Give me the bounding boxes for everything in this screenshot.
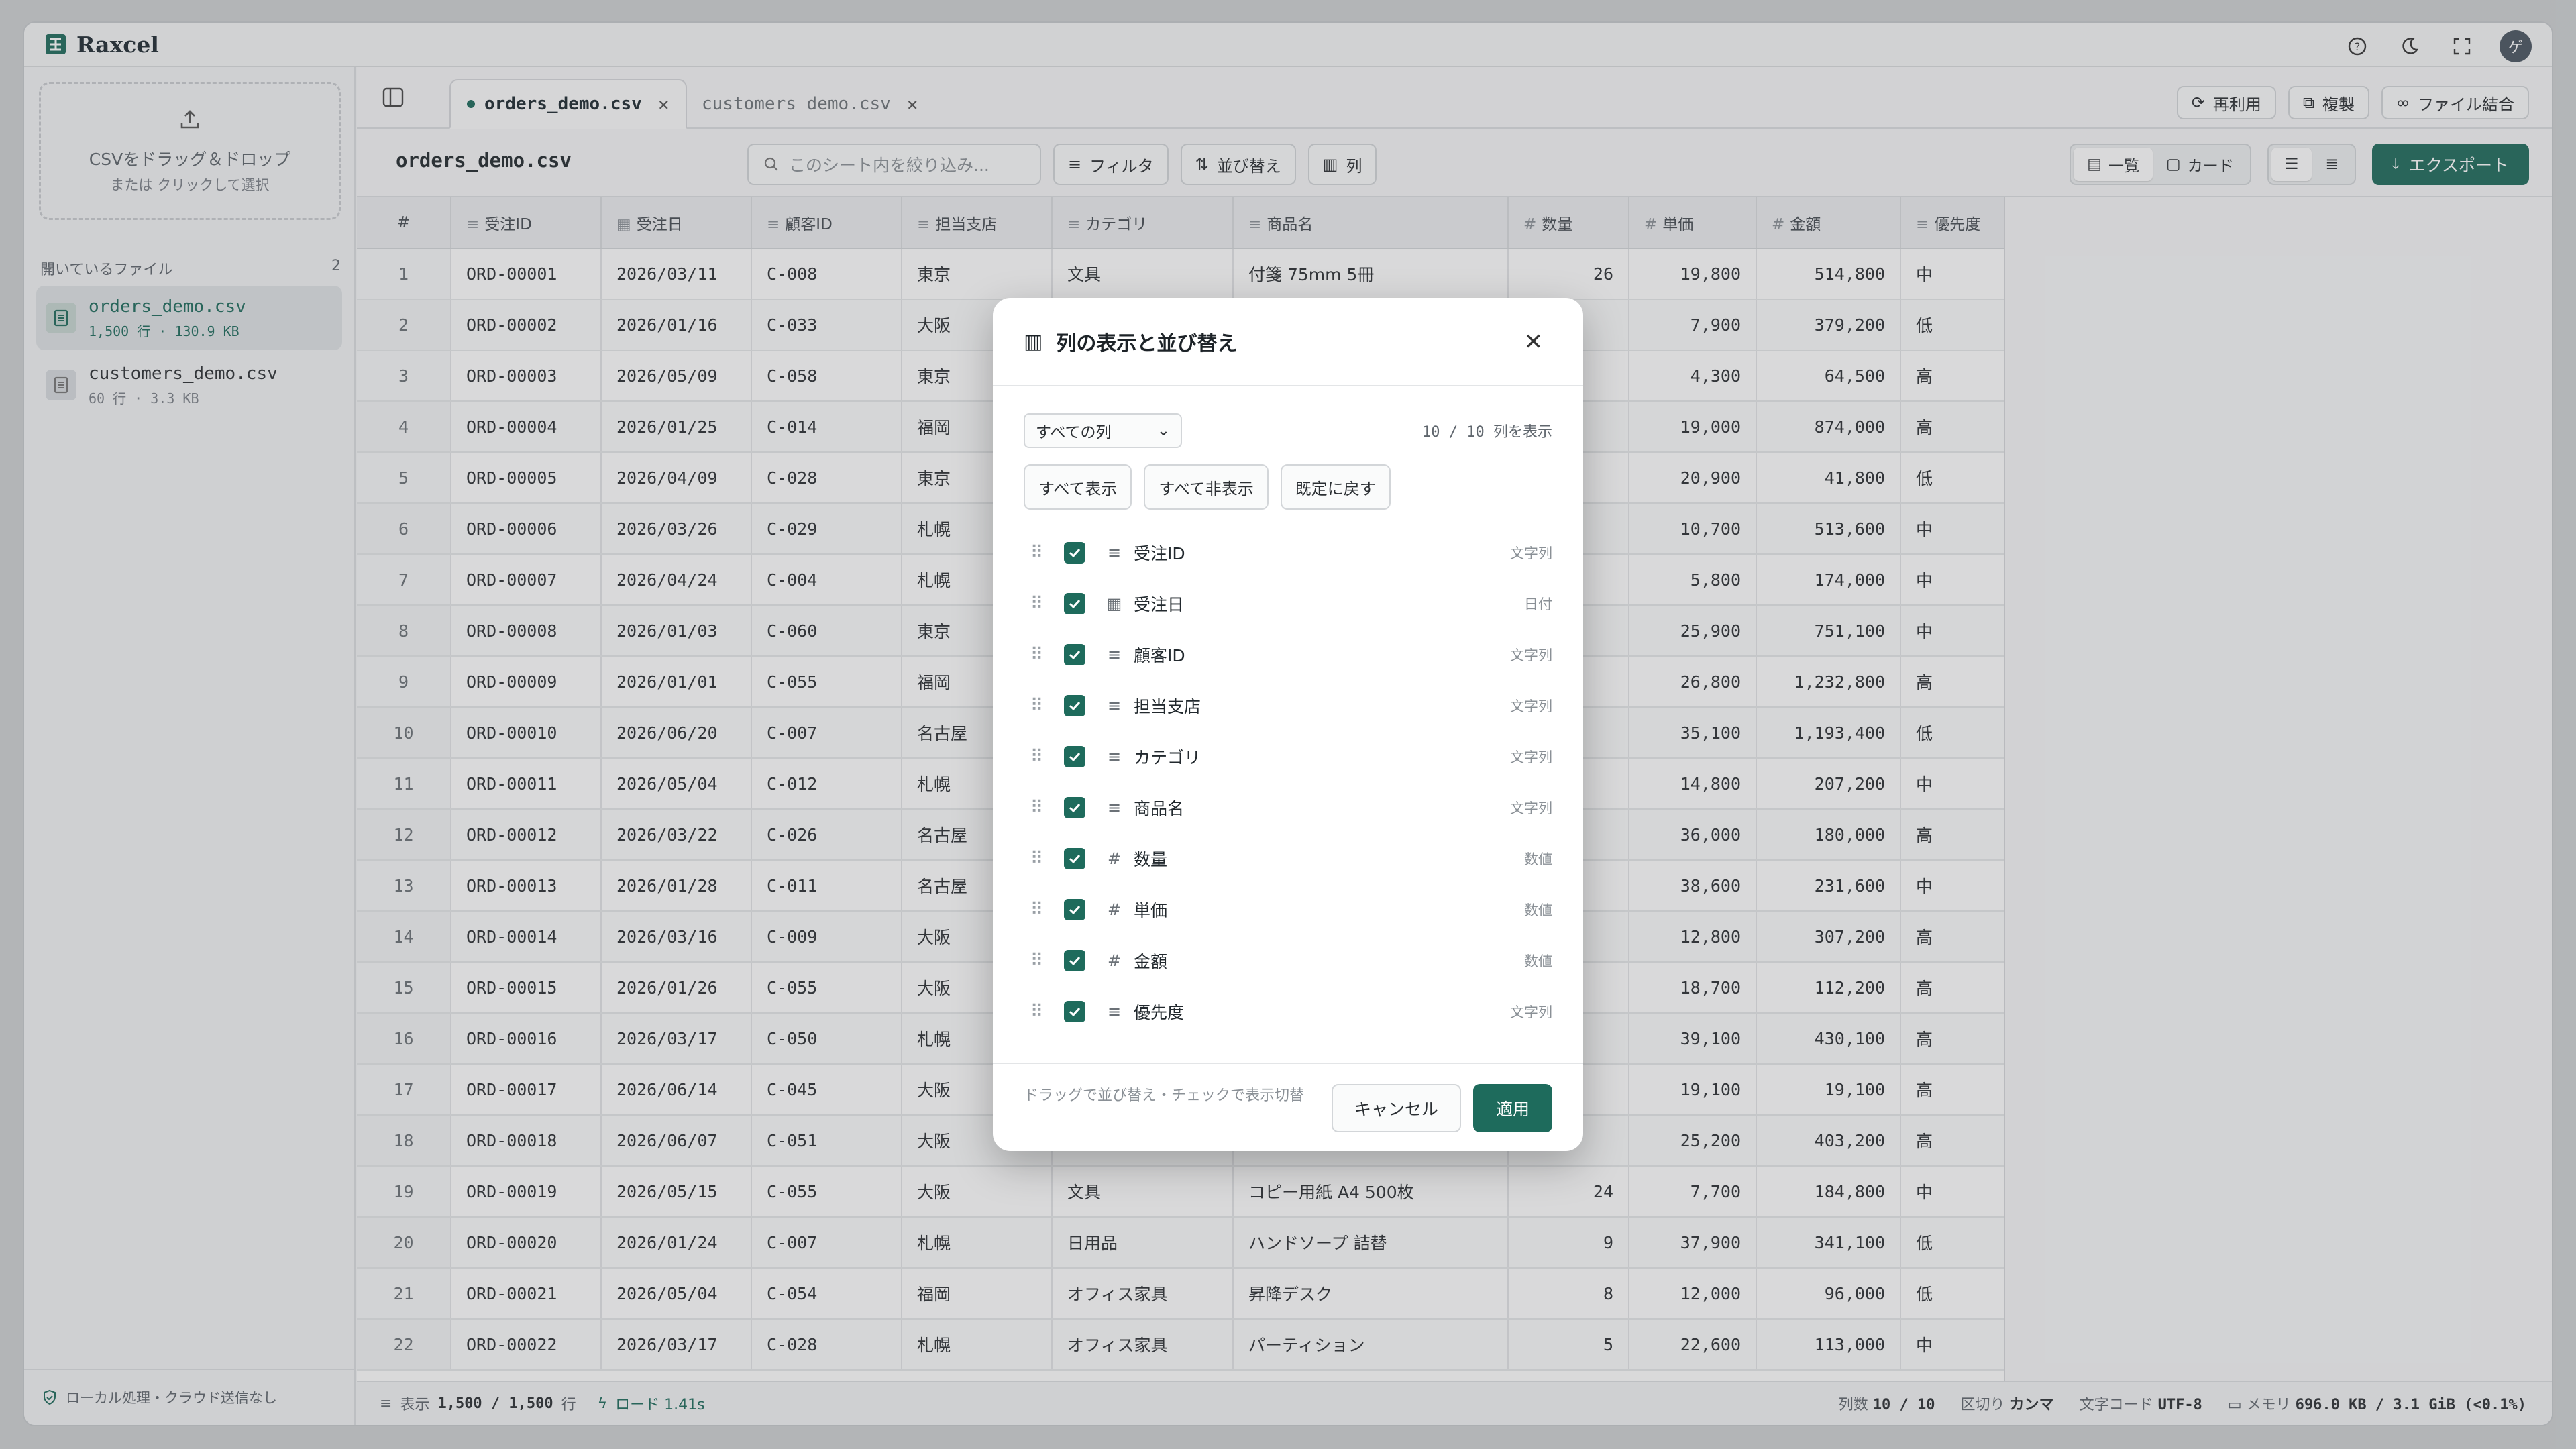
column-checkbox[interactable]	[1064, 593, 1085, 614]
column-type: 数値	[1524, 902, 1552, 918]
text-icon: ≡	[1107, 645, 1122, 664]
drag-handle-icon[interactable]: ⠿	[1030, 594, 1048, 614]
column-type: 文字列	[1510, 545, 1552, 561]
column-name: 商品名	[1134, 799, 1185, 818]
column-list: ⠿ ≡ 受注ID 文字列 ⠿ ▦ 受注日 日付 ⠿ ≡ 顧客ID 文字列 ⠿ ≡ 担当支店 文字列 ⠿ ≡ カテゴリ…	[1024, 527, 1552, 1037]
drag-handle-icon[interactable]: ⠿	[1030, 798, 1048, 818]
column-item[interactable]: ⠿ ≡ 商品名 文字列	[1024, 782, 1552, 833]
text-icon: ≡	[1107, 1002, 1122, 1021]
column-item[interactable]: ⠿ ≡ カテゴリ 文字列	[1024, 731, 1552, 782]
column-type: 文字列	[1510, 1004, 1552, 1020]
column-item[interactable]: ⠿ ≡ 担当支店 文字列	[1024, 680, 1552, 731]
drag-handle-icon[interactable]: ⠿	[1030, 1002, 1048, 1022]
text-icon: ≡	[1107, 747, 1122, 766]
column-checkbox[interactable]	[1064, 950, 1085, 971]
text-icon: ≡	[1107, 798, 1122, 817]
columns-dialog: ▥ 列の表示と並び替え ✕ すべての列 ⌄ 10 / 10 列を表示 すべて表示…	[993, 298, 1583, 1151]
column-item[interactable]: ⠿ ≡ 受注ID 文字列	[1024, 527, 1552, 578]
column-checkbox[interactable]	[1064, 848, 1085, 869]
column-checkbox[interactable]	[1064, 746, 1085, 767]
close-icon[interactable]: ✕	[1524, 329, 1544, 356]
drag-handle-icon[interactable]: ⠿	[1030, 951, 1048, 971]
column-name: 顧客ID	[1134, 646, 1185, 665]
column-type: 日付	[1524, 596, 1552, 612]
show-all-button[interactable]: すべて表示	[1024, 464, 1132, 510]
drag-handle-icon[interactable]: ⠿	[1030, 849, 1048, 869]
reset-default-button[interactable]: 既定に戻す	[1280, 464, 1391, 510]
column-name: 単価	[1134, 901, 1168, 920]
dialog-footer: ドラッグで並び替え・チェックで表示切替 キャンセル 適用	[993, 1063, 1583, 1151]
drag-handle-icon[interactable]: ⠿	[1030, 747, 1048, 767]
drag-handle-icon[interactable]: ⠿	[1030, 696, 1048, 716]
column-type: 数値	[1524, 851, 1552, 867]
column-item[interactable]: ⠿ ≡ 優先度 文字列	[1024, 986, 1552, 1037]
hide-all-button[interactable]: すべて非表示	[1144, 464, 1269, 510]
chevron-down-icon: ⌄	[1157, 422, 1170, 439]
text-icon: ≡	[1107, 543, 1122, 562]
column-type: 文字列	[1510, 647, 1552, 663]
column-checkbox[interactable]	[1064, 1001, 1085, 1022]
column-item[interactable]: ⠿ # 金額 数値	[1024, 935, 1552, 986]
visible-count: 10 / 10 列を表示	[1422, 424, 1552, 441]
column-checkbox[interactable]	[1064, 542, 1085, 564]
column-name: 数量	[1134, 850, 1168, 869]
column-type: 文字列	[1510, 749, 1552, 765]
select-value: すべての列	[1036, 424, 1112, 441]
column-type: 数値	[1524, 953, 1552, 969]
column-type: 文字列	[1510, 698, 1552, 714]
column-name: カテゴリ	[1134, 748, 1201, 767]
hash-icon: #	[1107, 900, 1122, 919]
calendar-icon: ▦	[1106, 594, 1122, 613]
drag-handle-icon[interactable]: ⠿	[1030, 645, 1048, 665]
text-icon: ≡	[1107, 696, 1122, 715]
column-type: 文字列	[1510, 800, 1552, 816]
columns-icon: ▥	[1024, 329, 1043, 354]
column-item[interactable]: ⠿ ≡ 顧客ID 文字列	[1024, 629, 1552, 680]
dialog-title: 列の表示と並び替え	[1056, 332, 1238, 356]
column-name: 受注日	[1134, 595, 1185, 614]
column-name: 優先度	[1134, 1003, 1185, 1022]
column-checkbox[interactable]	[1064, 695, 1085, 716]
column-item[interactable]: ⠿ # 数量 数値	[1024, 833, 1552, 884]
column-checkbox[interactable]	[1064, 644, 1085, 665]
hash-icon: #	[1107, 951, 1122, 970]
column-item[interactable]: ⠿ # 単価 数値	[1024, 884, 1552, 935]
column-checkbox[interactable]	[1064, 899, 1085, 920]
drag-handle-icon[interactable]: ⠿	[1030, 900, 1048, 920]
column-name: 受注ID	[1134, 544, 1185, 564]
drag-handle-icon[interactable]: ⠿	[1030, 543, 1048, 563]
column-filter-select[interactable]: すべての列 ⌄	[1024, 413, 1182, 448]
hash-icon: #	[1107, 849, 1122, 868]
apply-button[interactable]: 適用	[1472, 1084, 1552, 1132]
column-name: 担当支店	[1134, 697, 1201, 716]
column-name: 金額	[1134, 952, 1168, 971]
column-checkbox[interactable]	[1064, 797, 1085, 818]
column-item[interactable]: ⠿ ▦ 受注日 日付	[1024, 578, 1552, 629]
dialog-header: ▥ 列の表示と並び替え	[993, 298, 1583, 386]
cancel-button[interactable]: キャンセル	[1331, 1084, 1461, 1132]
footer-note: ドラッグで並び替え・チェックで表示切替	[1024, 1087, 1305, 1104]
